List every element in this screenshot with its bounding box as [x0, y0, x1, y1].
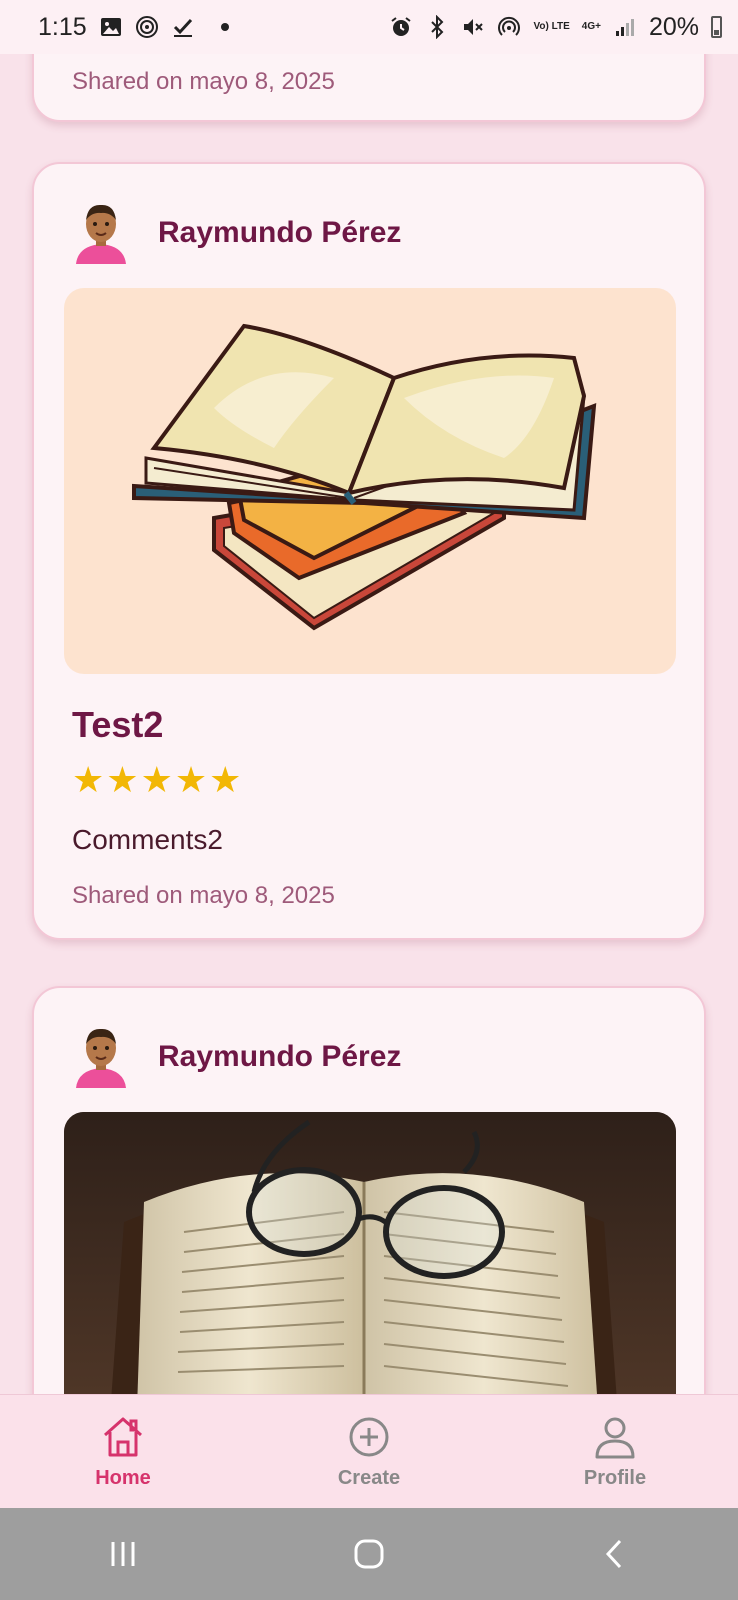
- nav-create-label: Create: [337, 1467, 401, 1489]
- book-with-glasses-photo: [64, 1112, 676, 1394]
- bluetooth-icon: [425, 15, 449, 39]
- nav-create[interactable]: Create: [289, 1413, 449, 1490]
- avatar: [76, 204, 126, 264]
- post-card[interactable]: Shared on mayo 8, 2025: [32, 54, 706, 122]
- nav-profile-label: Profile: [583, 1467, 647, 1489]
- shared-date: Shared on mayo 8, 2025: [72, 882, 335, 909]
- alarm-icon: [389, 15, 413, 39]
- star-rating: ★ ★ ★ ★ ★: [72, 762, 241, 798]
- status-bar: 1:15 Vo) LTE 4G+ 20%: [0, 0, 738, 54]
- home-icon: [104, 1417, 142, 1457]
- person-icon: [595, 1417, 635, 1459]
- post-author: Raymundo Pérez: [72, 202, 401, 264]
- post-card[interactable]: Raymundo Pérez: [32, 162, 706, 940]
- mute-icon: [461, 15, 485, 39]
- post-author: Raymundo Pérez: [72, 1026, 401, 1088]
- home-system-button[interactable]: [339, 1524, 399, 1584]
- gallery-icon: [99, 15, 123, 39]
- author-name: Raymundo Pérez: [158, 1040, 402, 1073]
- back-button[interactable]: [585, 1524, 645, 1584]
- network-type-label: 4G+: [581, 21, 601, 32]
- star-icon: ★: [174, 759, 208, 800]
- star-icon: ★: [72, 759, 105, 800]
- star-icon: ★: [106, 759, 139, 800]
- circle-home-icon: [354, 1539, 384, 1569]
- post-card[interactable]: Raymundo Pérez: [32, 986, 706, 1394]
- feed[interactable]: Shared on mayo 8, 2025 Raymundo Pérez Te…: [0, 54, 738, 1394]
- avatar: [76, 1028, 126, 1088]
- star-icon: ★: [140, 759, 173, 800]
- bottom-navigation: Home Create Profile: [0, 1394, 738, 1508]
- add-circle-icon: [349, 1417, 389, 1457]
- notification-dot: [220, 23, 229, 31]
- nav-home-label: Home: [95, 1467, 151, 1489]
- system-navigation: [0, 1508, 738, 1600]
- nav-profile[interactable]: Profile: [535, 1413, 695, 1490]
- shared-date: Shared on mayo 8, 2025: [72, 68, 335, 95]
- status-time: 1:15: [38, 12, 87, 41]
- post-image[interactable]: [64, 288, 676, 674]
- volte-label: Vo) LTE: [533, 21, 570, 32]
- post-image[interactable]: [64, 1112, 676, 1394]
- recent-apps-button[interactable]: [93, 1524, 153, 1584]
- signal-icon: [613, 15, 637, 39]
- task-done-icon: [171, 15, 195, 39]
- post-comment: Comments2: [72, 824, 223, 855]
- open-book-illustration: [132, 323, 597, 631]
- nav-home[interactable]: Home: [43, 1413, 203, 1490]
- author-name: Raymundo Pérez: [158, 216, 402, 249]
- post-title: Test2: [72, 704, 164, 745]
- battery-icon: [711, 16, 722, 38]
- back-chevron-icon: [605, 1539, 622, 1569]
- recent-apps-icon: [111, 1542, 135, 1566]
- star-icon: ★: [209, 759, 242, 800]
- hotspot-icon: [497, 15, 521, 39]
- sync-icon: [135, 15, 159, 39]
- battery-percent: 20%: [648, 12, 699, 41]
